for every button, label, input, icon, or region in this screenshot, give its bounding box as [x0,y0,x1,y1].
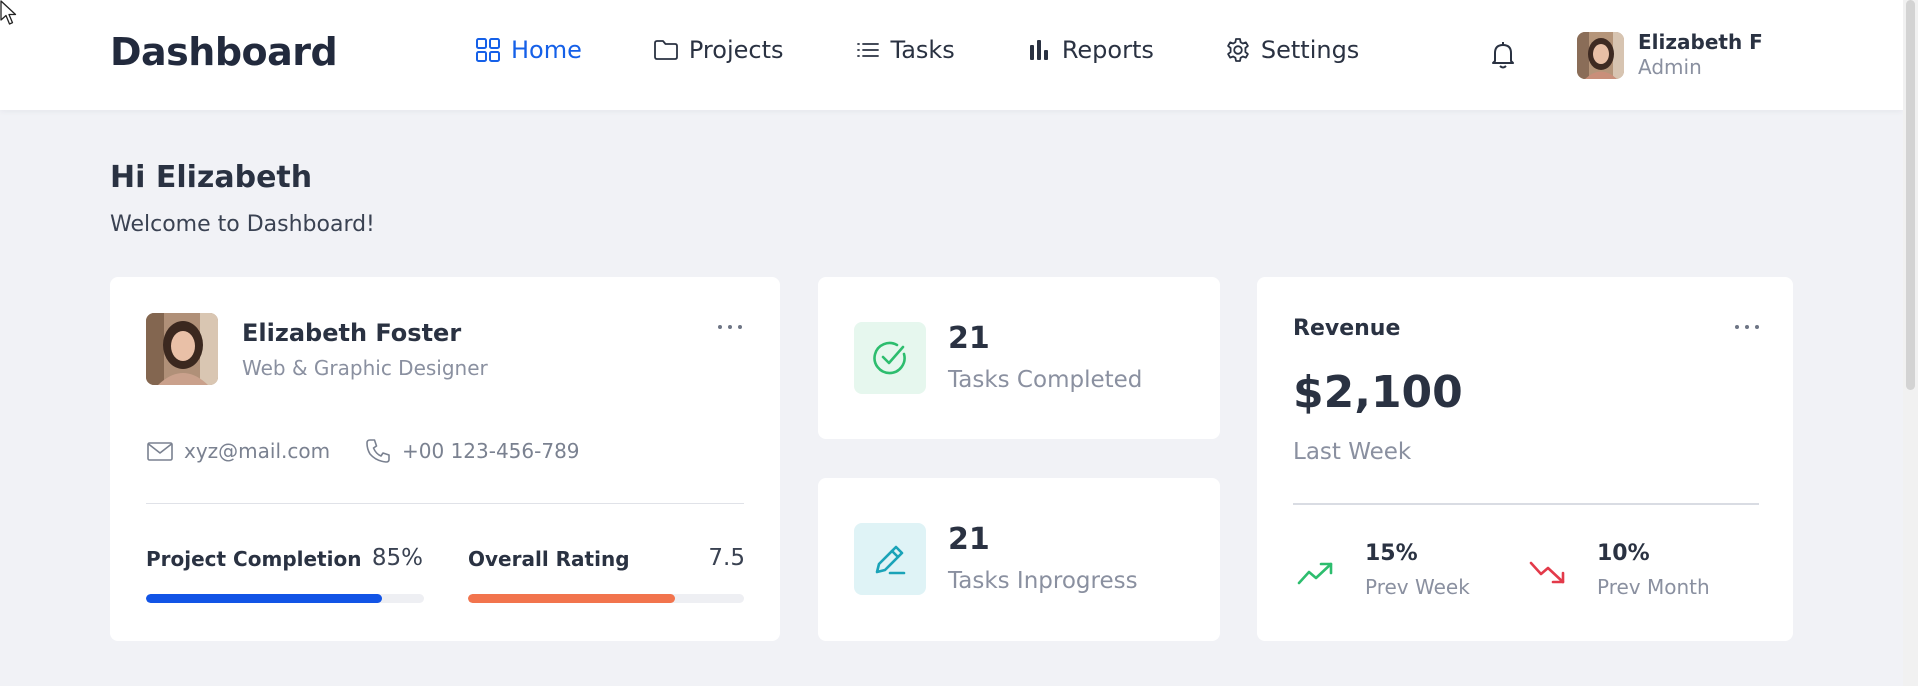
trend-up-icon [1297,562,1333,585]
overall-rating-label: Overall Rating [468,547,630,571]
nav-item-label: Settings [1260,36,1360,64]
profile-name: Elizabeth Foster [242,319,462,347]
revenue-title: Revenue [1293,316,1401,341]
main-nav: Home Projects Tasks Reports Settings [475,36,1430,64]
nav-item-label: Reports [1061,36,1154,64]
prev-week-value: 15% [1365,541,1418,566]
phone-text: +00 123-456-789 [402,439,580,463]
tasks-completed-label: Tasks Completed [948,367,1143,393]
tasks-inprogress-card: 21 Tasks Inprogress [818,478,1220,641]
revenue-card: Revenue $2,100 Last Week 15% Prev Week 1… [1257,277,1793,641]
divider [146,503,744,504]
tasks-completed-count: 21 [948,321,990,356]
more-options-icon[interactable] [1735,323,1759,331]
task-icon-box [854,322,926,394]
nav-item-label: Tasks [890,36,955,64]
bell-icon[interactable] [1489,40,1517,70]
pen-icon [875,545,906,575]
email-text: xyz@mail.com [184,439,331,463]
divider [1293,503,1759,505]
prev-month-label: Prev Month [1597,575,1710,599]
brand-title[interactable]: Dashboard [110,30,338,74]
project-completion-value: 85% [371,545,423,571]
page-scrollbar[interactable] [1903,0,1918,686]
greeting-subtitle: Welcome to Dashboard! [110,212,375,237]
prev-month-value: 10% [1597,541,1650,566]
tasks-completed-card: 21 Tasks Completed [818,277,1220,439]
check-circle-icon [873,341,906,375]
nav-item-tasks[interactable]: Tasks [855,36,955,64]
nav-item-projects[interactable]: Projects [653,36,784,64]
revenue-period: Last Week [1293,439,1412,465]
revenue-amount: $2,100 [1293,367,1463,418]
nav-item-home[interactable]: Home [475,36,582,64]
mouse-cursor-icon [0,0,17,25]
more-options-icon[interactable] [718,323,742,331]
profile-title: Web & Graphic Designer [242,356,488,380]
scrollbar-thumb[interactable] [1906,0,1915,390]
avatar [146,313,218,385]
project-completion-bar [146,594,424,603]
profile-card: Elizabeth Foster Web & Graphic Designer … [110,277,780,641]
task-icon-box [854,523,926,595]
top-navigation-bar: Dashboard Home Projects Tasks Reports Se… [0,0,1903,110]
nav-item-label: Home [511,36,582,64]
folder-icon [653,40,678,60]
nav-item-reports[interactable]: Reports [1026,36,1154,64]
mail-icon [147,442,173,461]
email-contact[interactable]: xyz@mail.com [146,437,330,465]
overall-rating-value: 7.5 [708,545,745,571]
progress-fill [468,594,675,603]
tasks-inprogress-count: 21 [948,522,990,557]
avatar [1577,31,1624,79]
prev-week-label: Prev Week [1365,575,1470,599]
greeting-title: Hi Elizabeth [110,160,313,195]
phone-contact[interactable]: +00 123-456-789 [364,437,580,465]
user-menu[interactable]: Elizabeth F Admin [1577,30,1763,80]
user-role: Admin [1638,55,1702,79]
bar-chart-icon [1029,40,1048,60]
nav-item-label: Projects [688,36,784,64]
phone-icon [366,439,390,463]
overall-rating-bar [468,594,744,603]
gear-icon [1227,38,1249,62]
progress-fill [146,594,383,603]
grid-icon [476,38,500,62]
tasks-inprogress-label: Tasks Inprogress [948,568,1138,594]
project-completion-label: Project Completion [146,547,362,571]
list-icon [856,43,879,57]
user-name: Elizabeth F [1638,30,1763,54]
nav-item-settings[interactable]: Settings [1225,36,1359,64]
trend-down-icon [1529,561,1565,584]
